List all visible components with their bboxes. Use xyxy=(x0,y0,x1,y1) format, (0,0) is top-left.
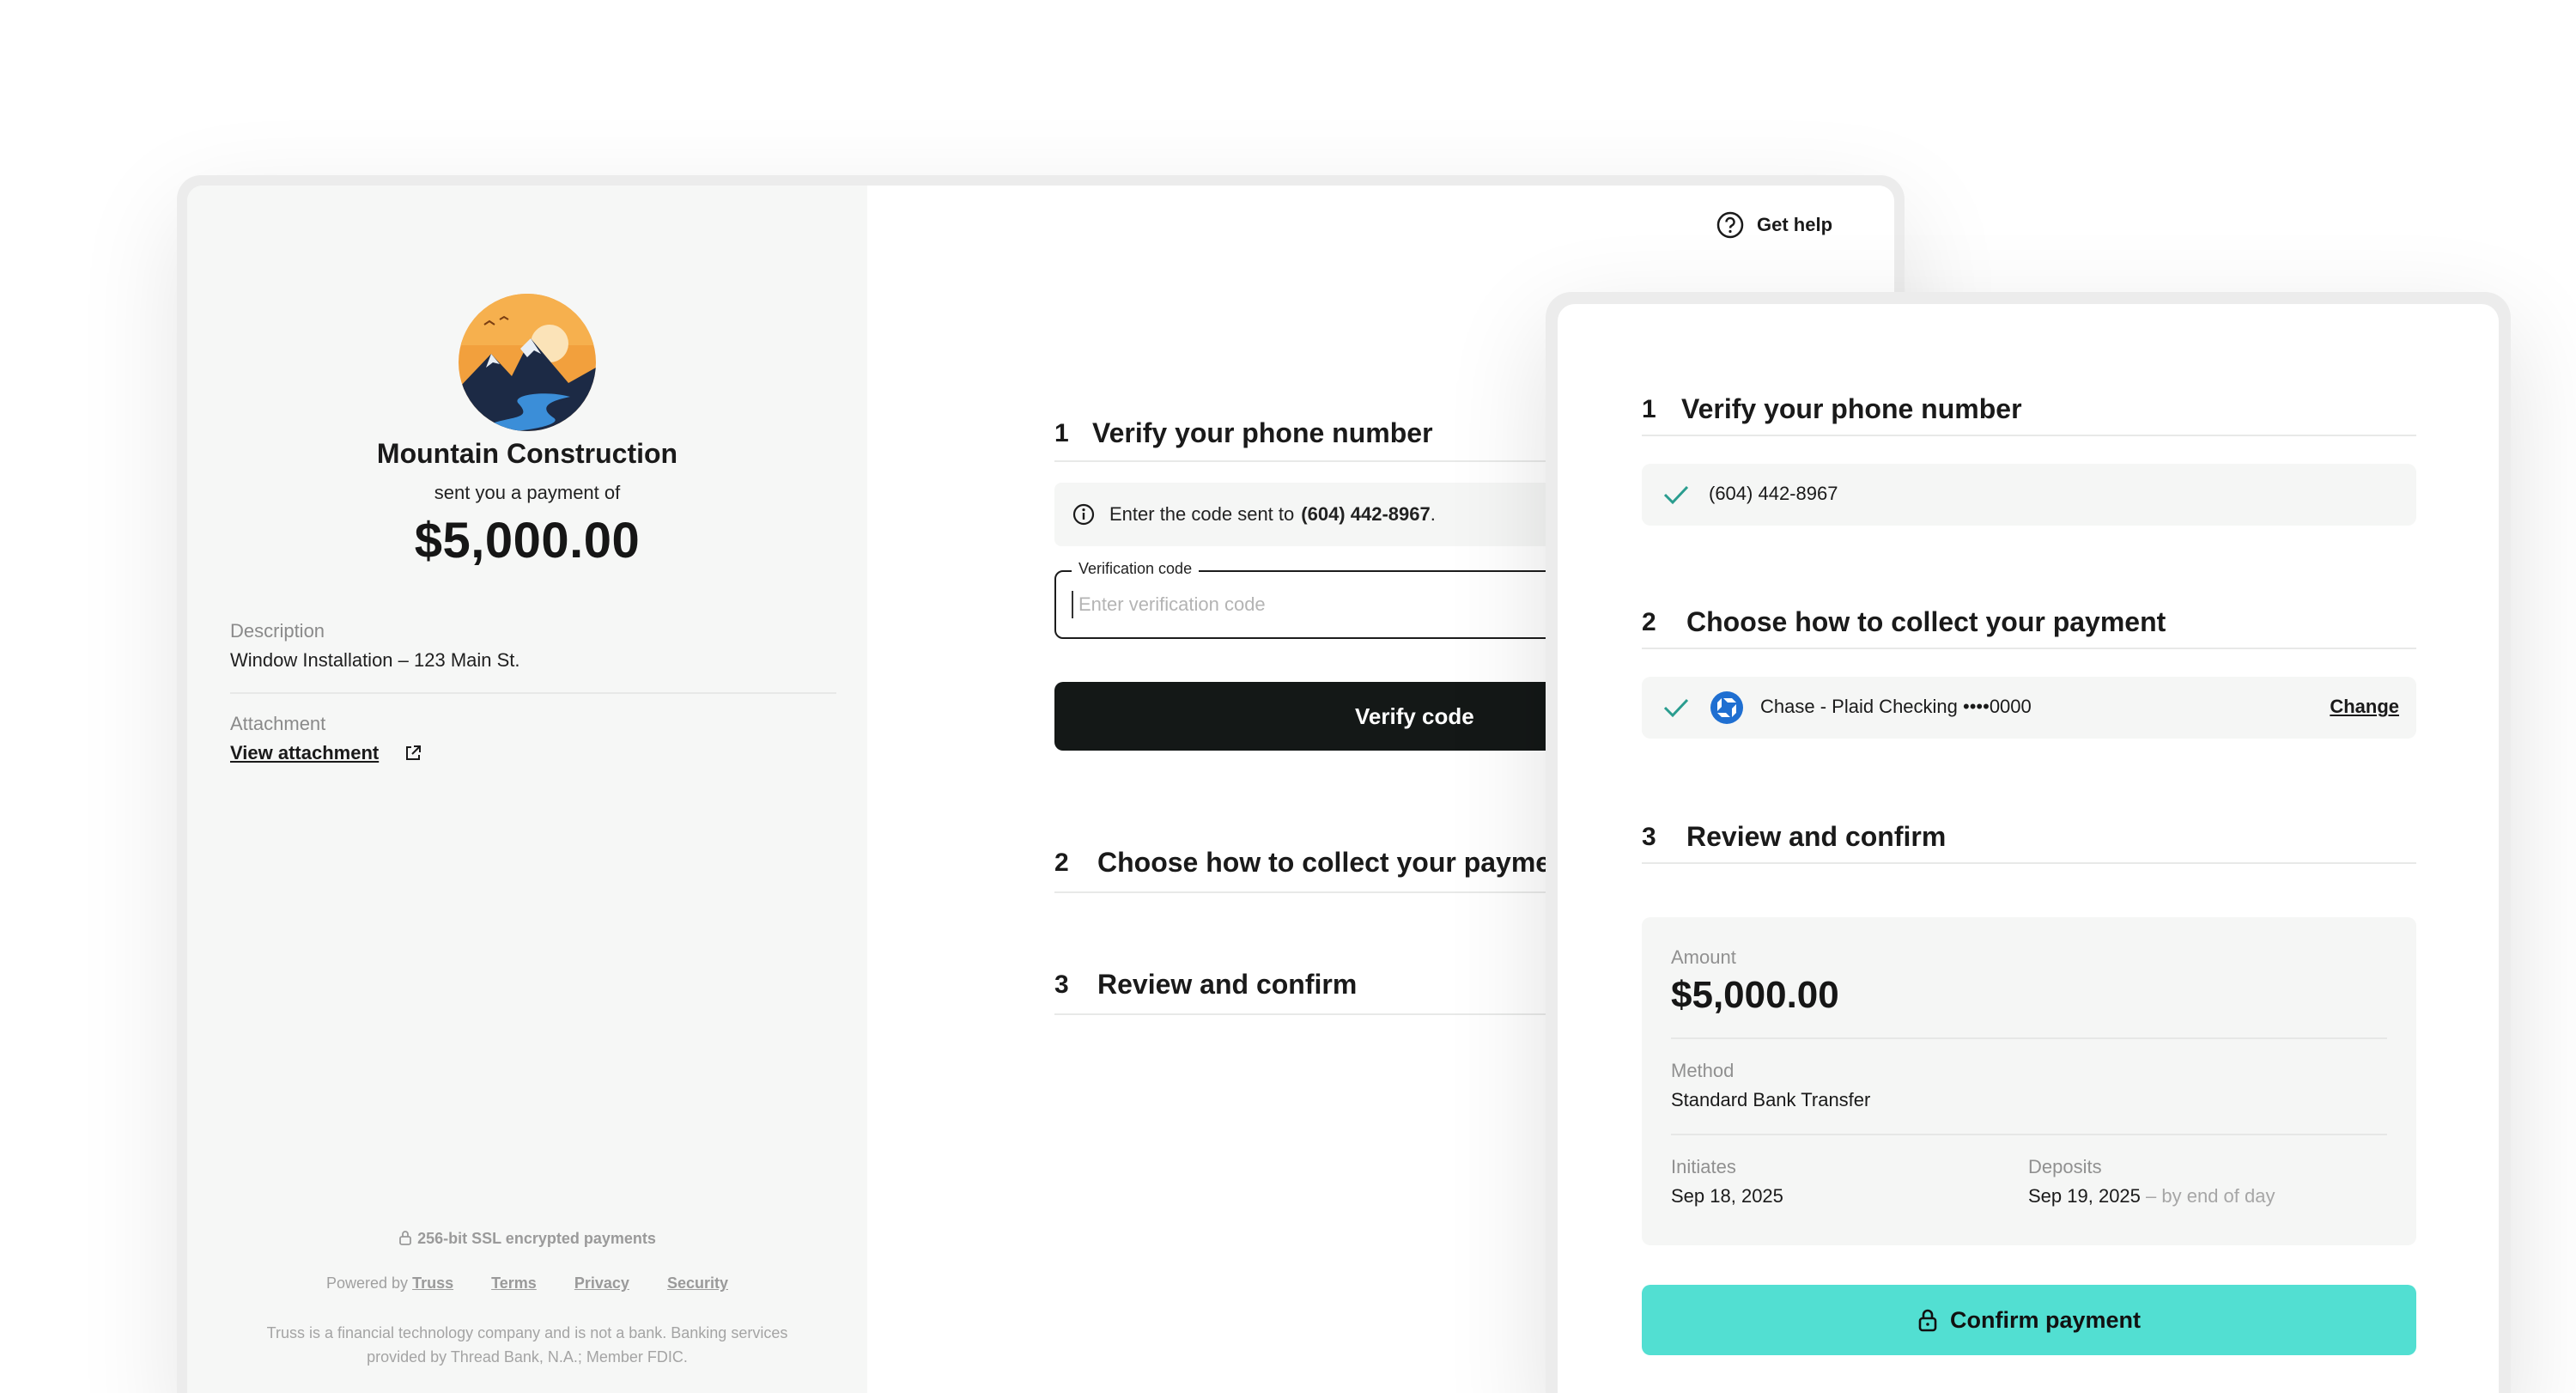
ssl-text: 256-bit SSL encrypted payments xyxy=(417,1230,656,1247)
bank-account-row: Chase - Plaid Checking ••••0000 Change xyxy=(1642,677,2416,739)
confirm-panel: 1 Verify your phone number (604) 442-896… xyxy=(1558,304,2499,1393)
confirm-step-2-divider xyxy=(1642,648,2416,649)
merchant-panel: Mountain Construction sent you a payment… xyxy=(187,186,867,1393)
lock-icon xyxy=(1918,1309,1937,1332)
view-attachment-link[interactable]: View attachment xyxy=(230,742,379,764)
get-help-button[interactable]: Get help xyxy=(1716,208,1832,242)
review-deposits: Sep 19, 2025 – by end of day xyxy=(2028,1185,2275,1207)
merchant-name: Mountain Construction xyxy=(376,438,678,469)
external-link-icon[interactable] xyxy=(404,744,422,763)
details-divider xyxy=(230,692,836,694)
description-value: Window Installation – 123 Main St. xyxy=(230,649,520,671)
verification-code-input[interactable] xyxy=(1072,591,1552,618)
review-divider xyxy=(1671,1134,2387,1135)
confirm-step-1-divider xyxy=(1642,435,2416,436)
verified-phone-row: (604) 442-8967 xyxy=(1642,464,2416,526)
step-1-title: Verify your phone number xyxy=(1092,417,1433,448)
chase-logo-icon xyxy=(1710,691,1743,724)
review-deposits-date: Sep 19, 2025 xyxy=(2028,1185,2141,1207)
step-3-title: Review and confirm xyxy=(1097,969,1358,1000)
step-1-number: 1 xyxy=(1054,419,1069,447)
payment-amount: $5,000.00 xyxy=(414,513,641,569)
step-2-number: 2 xyxy=(1054,849,1069,877)
check-icon xyxy=(1663,698,1689,718)
step-1-divider xyxy=(1054,460,1570,462)
confirm-step-2-title: Choose how to collect your payment xyxy=(1686,606,2166,637)
ssl-notice: 256-bit SSL encrypted payments xyxy=(187,1230,867,1248)
code-sent-prefix: Enter the code sent to xyxy=(1109,503,1295,525)
change-account-link[interactable]: Change xyxy=(2330,696,2399,718)
confirm-step-3-divider xyxy=(1642,862,2416,864)
step-3-number: 3 xyxy=(1054,970,1069,999)
bank-account-text: Chase - Plaid Checking ••••0000 xyxy=(1760,696,2032,717)
step-2-title: Choose how to collect your payment xyxy=(1097,847,1577,878)
verify-code-button[interactable]: Verify code xyxy=(1054,682,1570,751)
sent-payment-text: sent you a payment of xyxy=(434,482,621,503)
help-circle-icon xyxy=(1716,211,1744,239)
code-sent-notice: Enter the code sent to (604) 442-8967 . xyxy=(1054,483,1570,546)
verified-phone: (604) 442-8967 xyxy=(1709,483,1838,504)
powered-by-text: Powered by xyxy=(325,1274,409,1292)
description-label: Description xyxy=(230,620,325,642)
check-icon xyxy=(1663,485,1689,505)
footer-links: Powered by Truss Terms Privacy Security xyxy=(187,1274,867,1293)
review-divider xyxy=(1671,1037,2387,1039)
review-method: Standard Bank Transfer xyxy=(1671,1089,1871,1110)
review-summary: Amount $5,000.00 Method Standard Bank Tr… xyxy=(1642,917,2416,1245)
code-sent-phone: (604) 442-8967 xyxy=(1301,503,1431,525)
verification-code-field[interactable]: Verification code xyxy=(1054,560,1570,639)
lock-icon xyxy=(399,1231,412,1245)
confirm-step-1-number: 1 xyxy=(1642,395,1656,423)
verification-code-label: Verification code xyxy=(1072,560,1200,578)
confirm-step-3-title: Review and confirm xyxy=(1686,821,1947,852)
review-method-label: Method xyxy=(1671,1060,1735,1081)
confirm-payment-button[interactable]: Confirm payment xyxy=(1642,1285,2416,1355)
legal-disclaimer: Truss is a financial technology company … xyxy=(266,1324,788,1366)
info-icon xyxy=(1072,503,1095,526)
privacy-link[interactable]: Privacy xyxy=(574,1274,629,1292)
review-deposits-label: Deposits xyxy=(2028,1156,2102,1177)
confirm-step-1-title: Verify your phone number xyxy=(1681,393,2022,424)
security-link[interactable]: Security xyxy=(667,1274,728,1292)
get-help-label: Get help xyxy=(1757,214,1833,235)
mountain-construction-logo xyxy=(459,294,596,431)
confirm-payment-label: Confirm payment xyxy=(1949,1306,2142,1333)
attachment-label: Attachment xyxy=(230,713,326,734)
review-deposits-note: – by end of day xyxy=(2146,1185,2275,1207)
confirm-step-3-number: 3 xyxy=(1642,823,1656,851)
confirm-window: 1 Verify your phone number (604) 442-896… xyxy=(1546,292,2511,1393)
review-initiates-date: Sep 18, 2025 xyxy=(1671,1185,1783,1207)
review-amount: $5,000.00 xyxy=(1671,974,1839,1016)
code-sent-suffix: . xyxy=(1430,503,1436,525)
truss-link[interactable]: Truss xyxy=(412,1274,453,1292)
step-3-divider xyxy=(1054,1013,1570,1015)
confirm-step-2-number: 2 xyxy=(1642,608,1656,636)
review-amount-label: Amount xyxy=(1671,946,1736,968)
terms-link[interactable]: Terms xyxy=(491,1274,537,1292)
step-2-divider xyxy=(1054,891,1570,893)
review-initiates-label: Initiates xyxy=(1671,1156,1736,1177)
